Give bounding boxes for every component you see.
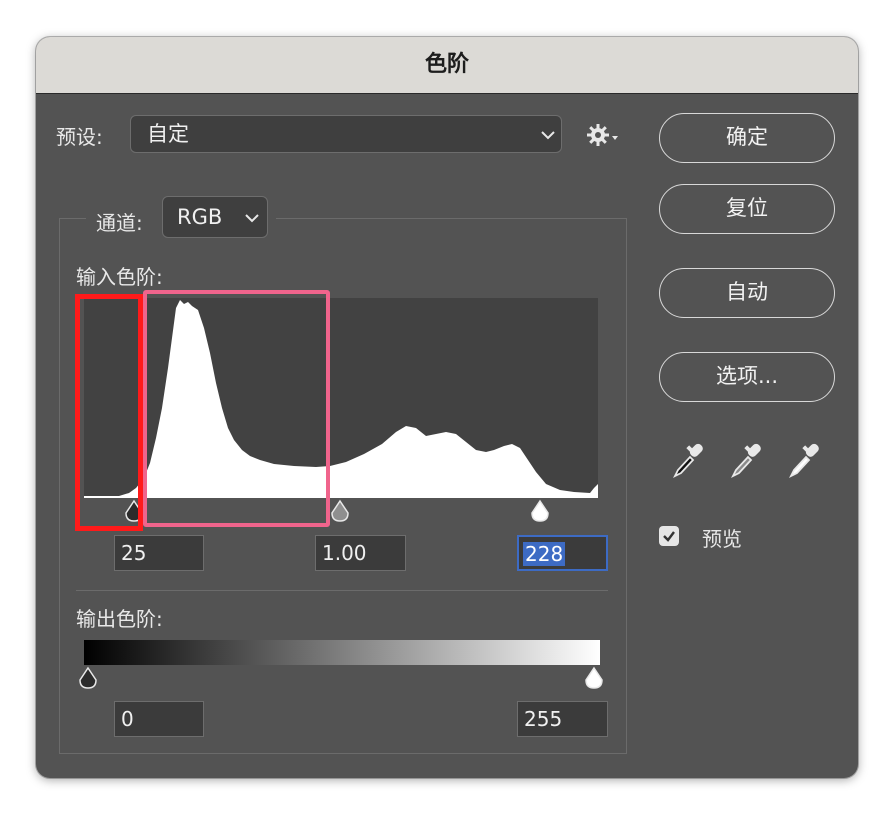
channel-value: RGB bbox=[177, 205, 223, 229]
output-gradient-bar bbox=[84, 640, 600, 665]
gear-icon[interactable] bbox=[586, 123, 620, 147]
title-bar[interactable]: 色阶 bbox=[36, 37, 858, 94]
preset-value: 自定 bbox=[147, 122, 189, 146]
gray-eyedropper-icon[interactable] bbox=[728, 441, 764, 481]
highlight-box-red bbox=[75, 294, 143, 531]
white-eyedropper-icon[interactable] bbox=[786, 441, 822, 481]
input-levels-label: 输入色阶: bbox=[76, 265, 163, 289]
options-button[interactable]: 选项... bbox=[659, 352, 835, 402]
output-white-field[interactable]: 255 bbox=[517, 701, 608, 737]
input-gamma-field[interactable]: 1.00 bbox=[315, 535, 406, 571]
channel-select[interactable]: RGB bbox=[162, 196, 268, 238]
levels-dialog: 色阶 预设: 自定 确定 复位 自动 选项... 预览 通道: RGB 输入色阶… bbox=[36, 37, 858, 778]
output-black-slider[interactable] bbox=[78, 666, 98, 690]
chevron-down-icon bbox=[245, 214, 259, 223]
input-white-value: 228 bbox=[523, 542, 566, 566]
reset-button[interactable]: 复位 bbox=[659, 184, 835, 234]
checkmark-icon bbox=[663, 531, 675, 542]
output-levels-label: 输出色阶: bbox=[76, 607, 163, 631]
output-black-field[interactable]: 0 bbox=[114, 701, 204, 737]
preset-select[interactable]: 自定 bbox=[130, 115, 562, 153]
chevron-down-icon bbox=[541, 131, 555, 140]
output-white-slider[interactable] bbox=[584, 666, 604, 690]
highlight-box-pink bbox=[143, 290, 330, 527]
input-white-slider[interactable] bbox=[530, 499, 550, 523]
input-black-field[interactable]: 25 bbox=[114, 535, 204, 571]
input-white-field[interactable]: 228 bbox=[517, 535, 608, 571]
channel-label: 通道: bbox=[96, 211, 143, 235]
preview-label: 预览 bbox=[702, 527, 742, 551]
black-eyedropper-icon[interactable] bbox=[670, 441, 706, 481]
preview-checkbox[interactable] bbox=[659, 526, 679, 546]
ok-button[interactable]: 确定 bbox=[659, 113, 835, 163]
dialog-title: 色阶 bbox=[424, 52, 469, 77]
auto-button[interactable]: 自动 bbox=[659, 268, 835, 318]
divider bbox=[76, 590, 608, 591]
input-gamma-slider[interactable] bbox=[330, 499, 350, 523]
preset-label: 预设: bbox=[56, 125, 103, 149]
